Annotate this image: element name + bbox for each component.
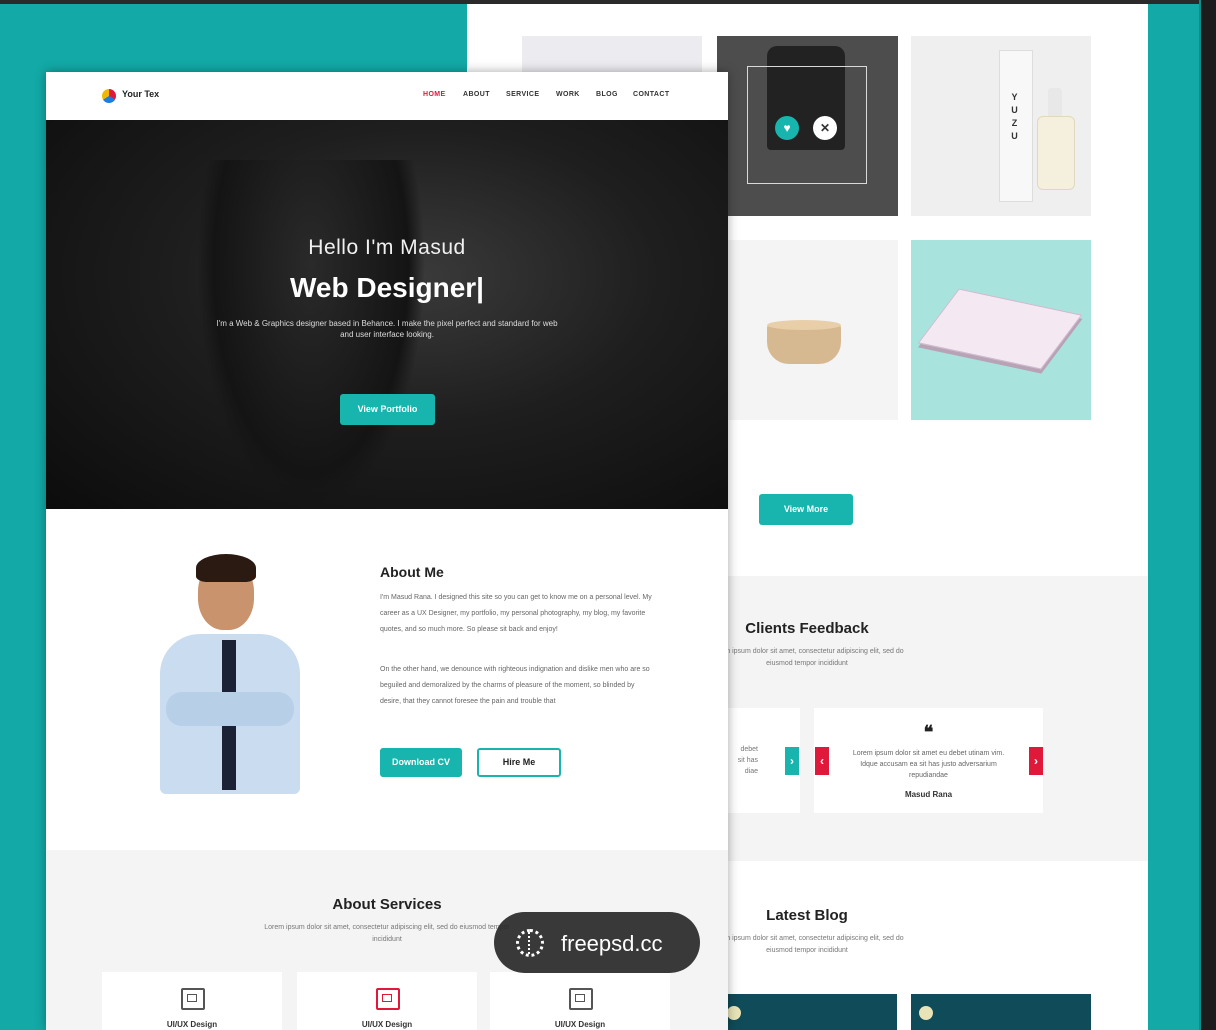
download-cv-button[interactable]: Download CV [380,748,462,777]
blog-image[interactable] [911,994,1091,1030]
hero-section: Hello I'm Masud Web Designer| I'm a Web … [46,120,728,510]
portfolio-tile-product[interactable]: YUZU [911,36,1091,216]
expand-icon[interactable]: ✕ [813,116,837,140]
blog-subtitle: Lorem ipsum dolor sit amet, consectetur … [710,935,904,954]
service-label: UI/UX Design [554,1020,606,1029]
bowl-rim [767,320,841,330]
hero-role: Web Designer| [289,272,485,303]
nav-service[interactable]: SERVICE [506,91,539,98]
chevron-left-icon[interactable]: ‹ [815,747,829,775]
chevron-right-icon[interactable]: › [1029,747,1043,775]
responsive-design-icon [376,988,400,1010]
about-photo [150,552,310,802]
nav-work[interactable]: WORK [556,91,580,98]
feedback-partial-text: debet sit has diae [737,746,758,775]
nav-blog[interactable]: BLOG [596,91,618,98]
portfolio-tile-shirt[interactable]: ♥ ✕ [717,36,898,216]
heart-icon[interactable]: ♥ [775,116,799,140]
blog-image[interactable] [717,994,897,1030]
hover-frame [747,66,867,184]
about-paragraph: On the other hand, we denounce with righ… [380,666,650,705]
chevron-right-icon[interactable]: › [785,747,799,775]
hero-greeting: Hello I'm Masud [308,236,466,259]
globe-icon [516,929,544,957]
right-edge [1200,0,1216,1030]
navbar: Your Tex HOME ABOUT SERVICE WORK BLOG CO… [46,72,728,120]
services-subtitle: Lorem ipsum dolor sit amet, consectetur … [264,924,510,943]
portfolio-tile-notebook[interactable] [911,240,1091,420]
services-title: About Services [332,896,442,913]
blog-title: Latest Blog [766,907,848,924]
service-label: UI/UX Design [361,1020,413,1029]
moon-image [919,1006,933,1020]
product-box: YUZU [999,50,1033,202]
feedback-card: ❝ Lorem ipsum dolor sit amet eu debet ut… [814,708,1043,813]
view-more-button[interactable]: View More [759,494,853,525]
responsive-design-icon [569,988,593,1010]
logo-icon[interactable] [102,89,116,103]
feedback-title: Clients Feedback [745,620,869,637]
watermark-badge: freepsd.cc [494,912,700,973]
about-paragraph: I'm Masud Rana. I designed this site so … [380,594,652,633]
service-card[interactable]: UI/UX Design [297,972,477,1030]
logo-text[interactable]: Your Tex [122,89,159,99]
nav-about[interactable]: ABOUT [463,91,490,98]
watermark-text: freepsd.cc [561,931,663,956]
notebook [917,288,1083,370]
service-label: UI/UX Design [166,1020,218,1029]
hero-description: I'm a Web & Graphics designer based in B… [216,319,558,339]
bowl [767,324,841,364]
feedback-author: Masud Rana [904,790,953,799]
about-title: About Me [380,564,444,580]
nav-home[interactable]: HOME [423,91,446,98]
nav-contact[interactable]: CONTACT [633,91,670,98]
front-page-mockup: Your Tex HOME ABOUT SERVICE WORK BLOG CO… [46,72,728,1030]
right-edge-line [1199,0,1201,1030]
feedback-quote: Lorem ipsum dolor sit amet eu debet utin… [852,750,1005,779]
responsive-design-icon [181,988,205,1010]
bottle-pump [1048,88,1062,118]
feedback-subtitle: Lorem ipsum dolor sit amet, consectetur … [710,648,904,667]
photo-hair [196,554,256,582]
service-card[interactable]: UI/UX Design [102,972,282,1030]
photo-arms [166,692,294,726]
view-portfolio-button[interactable]: View Portfolio [340,394,435,425]
moon-image [727,1006,741,1020]
service-card[interactable]: UI/UX Design [490,972,670,1030]
bottle [1037,116,1075,190]
hire-me-button[interactable]: Hire Me [477,748,561,777]
product-box-label: YUZU [1011,92,1021,141]
quote-icon: ❝ [923,722,934,743]
